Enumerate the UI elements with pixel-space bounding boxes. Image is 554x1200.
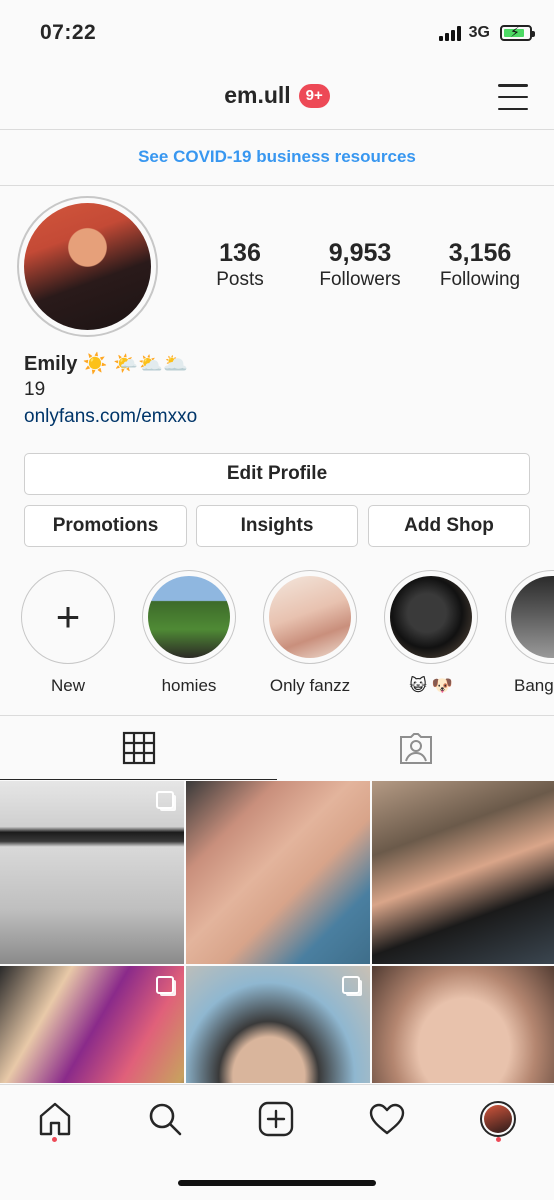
post-thumbnail[interactable]: [372, 781, 554, 964]
heart-icon: [369, 1103, 405, 1135]
multiple-posts-icon: [342, 976, 360, 994]
add-post-icon: [258, 1101, 294, 1137]
hamburger-menu-icon[interactable]: [498, 84, 528, 110]
edit-profile-button[interactable]: Edit Profile: [24, 453, 530, 495]
highlight-cover: [269, 576, 351, 658]
multiple-posts-icon: [156, 976, 174, 994]
bio-age: 19: [24, 379, 46, 400]
post-thumbnail[interactable]: [186, 966, 370, 1083]
status-bar: 07:22 3G ⚡: [0, 0, 554, 68]
home-icon: [39, 1102, 71, 1136]
followers-count: 9,953: [328, 239, 392, 267]
highlight-label: Bang: [514, 676, 554, 695]
multiple-posts-icon: [156, 791, 174, 809]
profile-stats: 136 Posts 9,953 Followers 3,156 Followin…: [180, 238, 540, 292]
story-highlights: + New homies Only fanzz 😺 🐶 Bang: [0, 570, 554, 700]
highlight-cover: [511, 576, 554, 658]
username[interactable]: em.ull: [224, 82, 290, 109]
highlight-homies[interactable]: homies: [139, 570, 239, 696]
highlight-only-fanzz[interactable]: Only fanzz: [260, 570, 360, 696]
posts-count: 136: [219, 239, 261, 267]
profile-tabs: [0, 715, 554, 781]
home-indicator: [178, 1180, 376, 1186]
post-thumbnail[interactable]: [372, 966, 554, 1083]
tab-grid[interactable]: [0, 716, 277, 780]
avatar-image: [24, 203, 151, 330]
profile-avatar-icon: [480, 1101, 516, 1137]
highlight-new[interactable]: + New: [18, 570, 118, 696]
account-switcher[interactable]: em.ull 9+: [0, 82, 554, 109]
promotions-button[interactable]: Promotions: [24, 505, 187, 547]
highlight-cover: [148, 576, 230, 658]
insights-button[interactable]: Insights: [196, 505, 358, 547]
post-grid: [0, 781, 554, 1083]
profile-header: em.ull 9+: [0, 68, 554, 130]
status-indicators: 3G ⚡: [438, 24, 535, 42]
highlight-cover: [390, 576, 472, 658]
nav-activity[interactable]: [365, 1097, 409, 1141]
following-count: 3,156: [448, 239, 512, 267]
profile-bio: Emily ☀️ 🌤️⛅️🌥️ 19 onlyfans.com/emxxo: [24, 350, 524, 432]
network-type: 3G: [468, 24, 490, 41]
highlight-label: Only fanzz: [269, 676, 351, 695]
battery-icon: ⚡: [500, 24, 535, 41]
posts-label: Posts: [216, 269, 264, 290]
bio-website-link[interactable]: onlyfans.com/emxxo: [24, 402, 524, 432]
status-time: 07:22: [40, 21, 97, 44]
add-shop-button[interactable]: Add Shop: [368, 505, 530, 547]
home-notification-dot: [52, 1137, 57, 1142]
profile-notification-dot: [496, 1137, 501, 1142]
post-thumbnail[interactable]: [186, 781, 370, 964]
grid-icon: [122, 731, 155, 764]
stat-followers[interactable]: 9,953 Followers: [300, 238, 420, 292]
name-emoji: ☀️ 🌤️⛅️🌥️: [82, 353, 189, 375]
followers-label: Followers: [319, 269, 401, 290]
stat-posts[interactable]: 136 Posts: [180, 238, 300, 292]
highlight-bang[interactable]: Bang: [502, 570, 554, 696]
notification-badge: 9+: [298, 83, 330, 108]
nav-home[interactable]: [33, 1097, 77, 1141]
highlight-label: homies: [161, 676, 217, 695]
nav-create[interactable]: [254, 1097, 298, 1141]
nav-profile[interactable]: [476, 1097, 520, 1141]
covid-banner: See COVID-19 business resources: [0, 131, 554, 186]
highlight-label: New: [50, 676, 85, 695]
highlight-pets[interactable]: 😺 🐶: [381, 570, 481, 696]
signal-icon: [438, 25, 461, 41]
post-thumbnail[interactable]: [0, 966, 184, 1083]
tab-tagged[interactable]: [277, 716, 554, 780]
plus-icon[interactable]: +: [21, 570, 115, 664]
display-name: Emily: [24, 353, 78, 375]
bio-name-line: Emily ☀️ 🌤️⛅️🌥️: [24, 350, 524, 378]
stat-following[interactable]: 3,156 Following: [420, 238, 540, 292]
nav-search[interactable]: [143, 1097, 187, 1141]
tagged-person-icon: [399, 733, 432, 764]
search-icon: [149, 1103, 182, 1136]
covid-resources-link[interactable]: See COVID-19 business resources: [138, 147, 416, 166]
highlight-label: 😺 🐶: [409, 676, 453, 695]
following-label: Following: [439, 269, 521, 290]
post-thumbnail[interactable]: [0, 781, 184, 964]
profile-avatar[interactable]: [17, 196, 158, 337]
